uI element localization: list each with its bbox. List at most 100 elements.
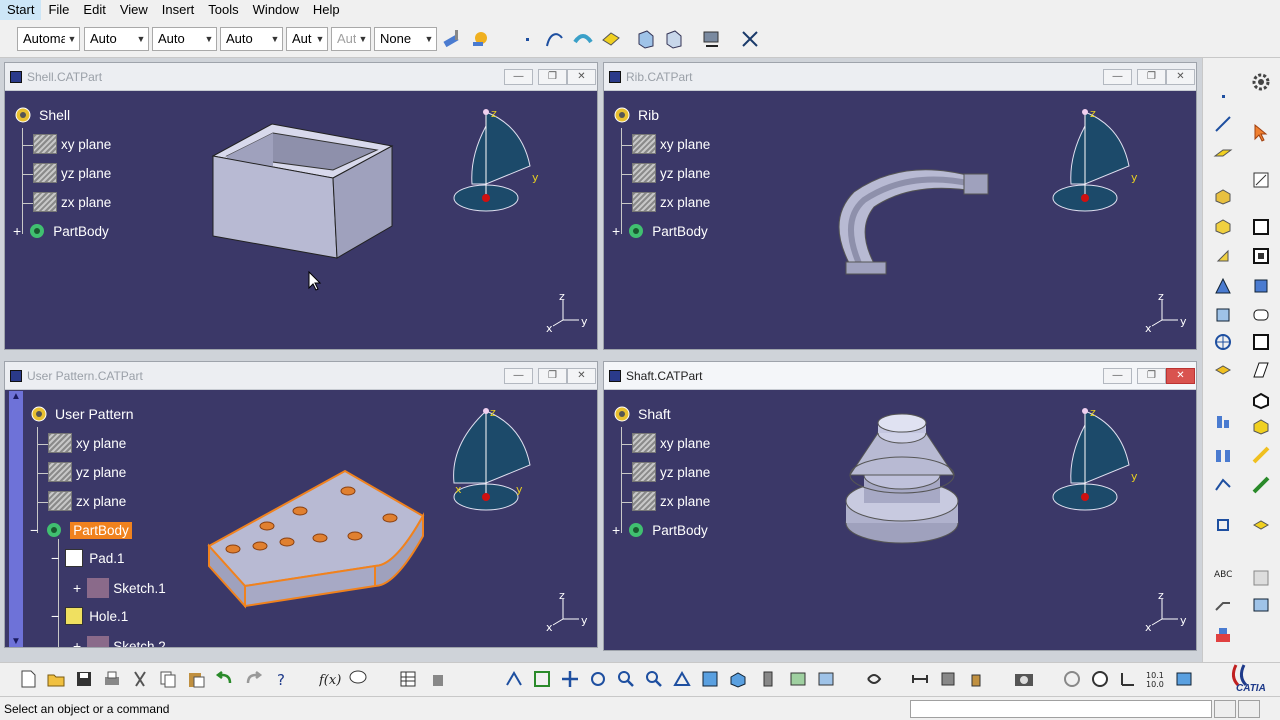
fit-all-icon[interactable] [530,667,554,691]
settings-gear-icon[interactable] [1249,70,1273,94]
open-icon[interactable] [44,667,68,691]
tree-item-sketch-1[interactable]: + Sketch.1 [73,578,166,598]
tree-item-xy-plane[interactable]: xy plane [33,134,111,154]
expand-plus-icon[interactable]: + [13,223,21,239]
line-weight-select[interactable]: Aut ▼ [286,27,328,51]
comment-icon[interactable] [346,667,370,691]
measure-inertia-icon[interactable] [964,667,988,691]
sweep-icon[interactable] [571,27,595,51]
tree-item-sketch-2[interactable]: + Sketch.2 [73,636,166,647]
thickness-icon[interactable] [1249,414,1273,438]
stiffener-icon[interactable] [1211,303,1235,327]
update-icon[interactable] [862,667,886,691]
healing-icon[interactable] [662,27,686,51]
tree-scrollbar[interactable]: ▲ ▼ [9,391,23,647]
chamfer-icon[interactable] [1249,330,1273,354]
status-button-1[interactable] [1214,700,1236,718]
layer-select[interactable]: None ▼ [374,27,437,51]
rotate-icon[interactable] [586,667,610,691]
tree-item-partbody[interactable]: + PartBody [13,221,109,241]
measure-item-icon[interactable] [936,667,960,691]
pad-icon[interactable] [1211,184,1235,208]
formula-icon[interactable]: f(x) [318,667,342,691]
tree-root[interactable]: User Pattern [29,404,134,424]
tree-item-yz-plane[interactable]: yz plane [632,163,710,183]
select-arrow-icon[interactable] [1249,121,1273,145]
axis-icon[interactable] [1116,667,1140,691]
user-pattern-window[interactable]: User Pattern.CATPart — ❐ ✕ ▲ ▼ User Patt… [4,361,598,648]
new-icon[interactable] [16,667,40,691]
capture-icon[interactable] [1012,667,1036,691]
groove-icon[interactable] [1249,244,1273,268]
minimize-button[interactable]: — [1103,69,1132,85]
tree-item-zx-plane[interactable]: zx plane [33,192,111,212]
join-icon[interactable] [634,27,658,51]
pattern-icon[interactable] [1211,473,1235,497]
tree-item-partbody[interactable]: + PartBody [612,520,708,540]
measure-icon[interactable] [699,27,723,51]
shaft-icon[interactable] [1211,214,1235,238]
point-icon[interactable] [1211,84,1235,108]
text-abc-icon[interactable]: ABC [1211,563,1235,587]
plane-icon[interactable] [1211,140,1235,164]
iso-view-icon[interactable] [726,667,750,691]
pocket-icon[interactable] [1249,215,1273,239]
shaft-part-model[interactable] [842,413,962,548]
measure-icon[interactable] [1211,410,1235,434]
tree-item-zx-plane[interactable]: zx plane [48,491,126,511]
remove-face-icon[interactable] [1249,473,1273,497]
copy-icon[interactable] [156,667,180,691]
line-color-select[interactable]: Auto ▼ [152,27,217,51]
tree-root[interactable]: Rib [612,105,659,125]
tree-item-xy-plane[interactable]: xy plane [632,433,710,453]
measure-between-icon[interactable] [908,667,932,691]
transparency-select[interactable]: Auto ▼ [84,27,149,51]
whats-this-icon[interactable]: ? [270,667,294,691]
rib-icon[interactable] [1249,274,1273,298]
thread-icon[interactable] [1249,443,1273,467]
tree-item-yz-plane[interactable]: yz plane [48,462,126,482]
tree-item-pad[interactable]: − Pad.1 [51,549,124,567]
shell-window[interactable]: Shell.CATPart — ❐ ✕ Shell xy plane yz pl… [4,62,598,350]
window-title-bar[interactable]: User Pattern.CATPart — ❐ ✕ [5,362,597,390]
close-button[interactable]: ✕ [1166,368,1195,384]
draft-icon[interactable] [1249,358,1273,382]
zoom-in-icon[interactable] [614,667,638,691]
menu-view[interactable]: View [113,0,155,20]
restore-button[interactable]: ❐ [1137,69,1166,85]
tree-root[interactable]: Shaft [612,404,671,424]
menu-help[interactable]: Help [306,0,347,20]
collapse-minus-icon[interactable]: − [30,522,38,538]
pan-icon[interactable] [558,667,582,691]
analysis-icon[interactable] [738,27,762,51]
tree-item-yz-plane[interactable]: yz plane [33,163,111,183]
save-icon[interactable] [72,667,96,691]
layer-filter-icon[interactable] [1172,667,1196,691]
3d-viewport[interactable]: Shaft xy plane yz plane zx plane + PartBo… [604,391,1196,650]
expand-plus-icon[interactable]: + [73,638,81,647]
point-icon[interactable] [515,27,539,51]
close-button[interactable]: ✕ [567,69,596,85]
minimize-button[interactable]: — [504,368,533,384]
menu-start[interactable]: Start [0,0,42,20]
expand-plus-icon[interactable]: + [612,223,620,239]
mirror-icon[interactable] [1211,443,1235,467]
knowledge-icon[interactable] [426,667,450,691]
shell-icon[interactable] [1249,388,1273,412]
flag-note-icon[interactable] [1211,593,1235,617]
replace-face-icon[interactable] [1249,513,1273,537]
compass-icon[interactable]: z y x [450,405,540,515]
undo-icon[interactable] [212,667,236,691]
tree-item-hole[interactable]: − Hole.1 [51,607,128,625]
menu-window[interactable]: Window [246,0,306,20]
point-symbol-select[interactable]: Aut ▼ [331,27,371,51]
window-title-bar[interactable]: Shaft.CATPart — ❐ ✕ [604,362,1196,390]
tree-item-zx-plane[interactable]: zx plane [632,192,710,212]
swap-visible-icon[interactable] [814,667,838,691]
line-icon[interactable] [1211,112,1235,136]
3d-viewport[interactable]: Rib xy plane yz plane zx plane + PartBody… [604,92,1196,349]
constraint-icon[interactable] [1249,593,1273,617]
normal-view-icon[interactable] [670,667,694,691]
split-icon[interactable] [1211,358,1235,382]
render-style-icon[interactable] [468,27,492,51]
